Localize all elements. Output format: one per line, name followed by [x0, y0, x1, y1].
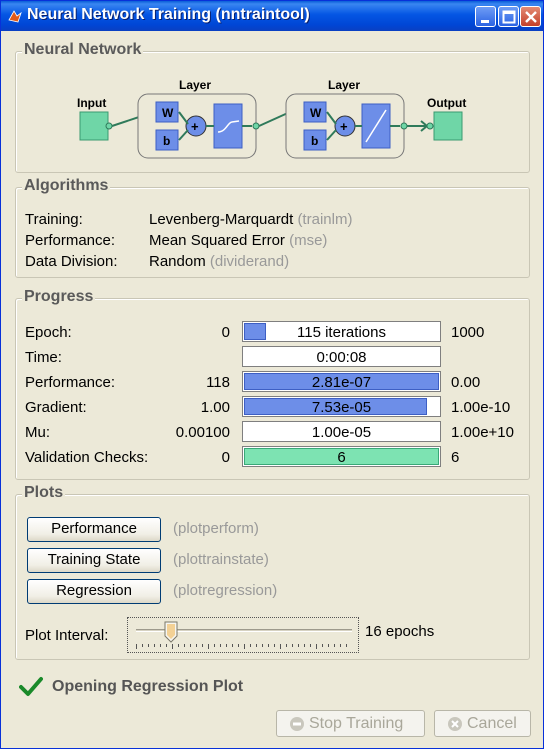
minimize-button[interactable] [475, 6, 496, 27]
plots-panel: Plots Performance (plotperform) Training… [15, 484, 530, 660]
layer1-connector [252, 122, 260, 130]
status-text: Opening Regression Plot [52, 678, 244, 695]
algorithm-value-text: Mean Squared Error [149, 232, 285, 249]
progress-row-end: 1000 [451, 324, 485, 341]
plot-interval-slider[interactable] [127, 617, 359, 653]
layer1-w: W [162, 106, 174, 120]
progress-panel: Progress Epoch: 0 115 iterations 1000 Time: 0… [15, 288, 530, 480]
algorithms-title: Algorithms [22, 177, 111, 195]
progress-row-start: 118 [206, 374, 230, 391]
algorithm-value-text: Random [149, 253, 206, 270]
progress-row-bar: 1.00e-05 [242, 421, 441, 442]
algorithm-row-value: Random (dividerand) [149, 253, 289, 270]
algorithm-row-label: Performance: [25, 232, 116, 249]
window-title: Neural Network Training (nntraintool) [27, 6, 310, 23]
output-node [433, 111, 463, 141]
regression-plot-fn: (plotregression) [173, 582, 278, 599]
progress-row-bar: 2.81e-07 [242, 371, 441, 392]
input-connector [105, 122, 113, 130]
progress-row-end: 0.00 [451, 374, 481, 391]
progress-row-start: 1.00 [200, 399, 230, 416]
algorithm-fn-text: (mse) [289, 232, 328, 249]
title-bar[interactable]: Neural Network Training (nntraintool) [1, 1, 543, 31]
window: Neural Network Training (nntraintool) Ne… [0, 0, 544, 749]
neural-network-panel: Neural Network Input Layer W b + Layer W [15, 41, 530, 173]
algorithms-panel: Algorithms Training: Levenberg-Marquardt… [15, 177, 530, 278]
layer2-plus: + [340, 119, 348, 134]
matlab-icon [8, 10, 22, 23]
algorithm-value-text: Levenberg-Marquardt [149, 211, 294, 228]
cancel-button[interactable]: Cancel [434, 710, 531, 737]
network-diagram: Input Layer W b + Layer W b + Output [77, 78, 466, 159]
progress-bar-text: 2.81e-07 [311, 374, 372, 391]
layer1-label: Layer [179, 78, 211, 92]
progress-bar-text: 1.00e-05 [311, 424, 372, 441]
checkmark-icon [19, 677, 43, 696]
algorithm-row-value: Levenberg-Marquardt (trainlm) [149, 211, 352, 228]
output-connector [426, 122, 434, 130]
layer2-label: Layer [328, 78, 360, 92]
progress-row-label: Mu: [25, 424, 51, 441]
maximize-icon [502, 10, 516, 24]
training-state-plot-button[interactable]: Training State [27, 548, 161, 573]
progress-bar-text: 7.53e-05 [311, 399, 372, 416]
algorithm-fn-text: (trainlm) [297, 211, 353, 228]
output-arrow [407, 120, 429, 132]
layer2-w: W [310, 106, 322, 120]
minimize-icon [481, 20, 489, 23]
progress-row-start: 0.00100 [175, 424, 230, 441]
layer2-b: b [311, 134, 318, 148]
slider-ticks [136, 644, 347, 649]
algorithm-row-label: Training: [25, 211, 83, 228]
stop-training-label: Stop Training [309, 715, 404, 732]
progress-row-end: 1.00e-10 [451, 399, 511, 416]
close-icon [525, 11, 537, 23]
progress-row-label: Validation Checks: [25, 449, 149, 466]
input-label: Input [77, 96, 106, 110]
progress-bar-text: 115 iterations [297, 324, 386, 341]
algorithm-row-value: Mean Squared Error (mse) [149, 232, 327, 249]
plot-interval-label: Plot Interval: [25, 627, 109, 644]
progress-bar-text: 0:00:08 [316, 349, 367, 366]
progress-row-bar: 115 iterations [242, 321, 441, 342]
progress-title: Progress [22, 288, 96, 306]
progress-bar-text: 6 [337, 449, 346, 466]
performance-plot-button[interactable]: Performance [27, 517, 161, 542]
stop-training-button[interactable]: Stop Training [276, 710, 425, 737]
stop-icon [290, 717, 304, 731]
input-node [79, 111, 109, 141]
progress-row-bar: 7.53e-05 [242, 396, 441, 417]
plots-title: Plots [22, 484, 66, 502]
slider-thumb[interactable] [164, 621, 178, 643]
progress-row-end: 6 [451, 449, 460, 466]
plot-interval-value: 16 epochs [365, 623, 435, 640]
progress-row-label: Epoch: [25, 324, 72, 341]
cancel-icon [448, 717, 462, 731]
close-button[interactable] [520, 6, 541, 27]
cancel-label: Cancel [467, 715, 517, 732]
layer2-connector [400, 122, 408, 130]
progress-row-start: 0 [221, 449, 230, 466]
layer1-plus: + [191, 119, 199, 134]
output-label: Output [427, 96, 466, 110]
progress-row-label: Gradient: [25, 399, 87, 416]
maximize-button[interactable] [498, 6, 519, 27]
layer1-b: b [163, 134, 170, 148]
algorithm-fn-text: (dividerand) [209, 253, 290, 270]
progress-row-bar: 6 [242, 446, 441, 467]
progress-row-start: 0 [221, 324, 230, 341]
performance-plot-fn: (plotperform) [173, 520, 259, 537]
algorithm-row-label: Data Division: [25, 253, 118, 270]
regression-plot-button[interactable]: Regression [27, 579, 161, 604]
progress-row-label: Performance: [25, 374, 116, 391]
progress-row-bar: 0:00:08 [242, 346, 441, 367]
layer1-to-layer2-arrow [258, 111, 291, 127]
training-state-plot-fn: (plottrainstate) [173, 551, 269, 568]
progress-row-label: Time: [25, 349, 62, 366]
progress-row-end: 1.00e+10 [451, 424, 514, 441]
